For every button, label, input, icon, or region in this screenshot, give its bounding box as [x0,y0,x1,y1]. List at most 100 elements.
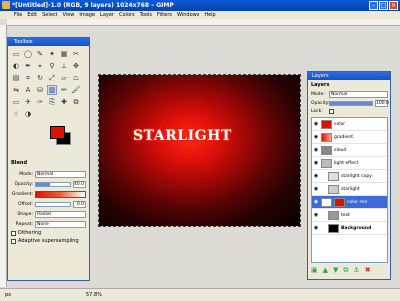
visibility-eye-icon[interactable]: ◉ [313,160,319,166]
layer-row-selected[interactable]: ◉ color red [312,196,387,209]
layer-name[interactable]: light effect [334,161,358,166]
adaptive-supersampling-checkbox[interactable] [11,238,16,244]
eraser-icon[interactable]: ▭ [11,97,21,107]
paintbrush-icon[interactable]: 🖌 [71,85,81,95]
repeat-dropdown[interactable]: None [35,220,86,228]
opacity-value[interactable]: 40.0 [73,180,86,188]
menu-layer[interactable]: Layer [100,12,114,18]
blend-tool-icon[interactable]: ▥ [47,85,57,95]
dodge-burn-icon[interactable]: ◑ [23,109,33,119]
menu-colors[interactable]: Colors [119,12,135,18]
shape-dropdown[interactable]: Radial [35,210,86,218]
foreground-color-swatch[interactable] [50,126,65,139]
layers-tab[interactable]: Layers [311,82,330,88]
opacity-slider[interactable] [35,181,71,187]
layer-row[interactable]: ◉ cloud [312,144,387,157]
gradient-swatch[interactable] [35,190,86,198]
layer-name[interactable]: color [334,122,345,127]
layer-name[interactable]: Background [341,226,371,231]
scale-icon[interactable]: ⤢ [47,73,57,83]
flip-icon[interactable]: ⇋ [11,85,21,95]
layer-name[interactable]: gradient [334,135,353,140]
menu-edit[interactable]: Edit [27,12,37,18]
free-select-icon[interactable]: ✎ [35,49,45,59]
perspective-icon[interactable]: ⏢ [71,73,81,83]
layer-mode-dropdown[interactable]: Normal [329,91,388,98]
menu-filters[interactable]: Filters [157,12,172,18]
menu-file[interactable]: File [14,12,22,18]
offset-slider[interactable] [35,201,71,207]
clone-icon[interactable]: ⎘ [47,97,57,107]
chain-icon[interactable] [321,211,326,220]
mode-dropdown[interactable]: Normal [35,170,86,178]
visibility-eye-icon[interactable]: ◉ [313,225,319,231]
lock-alpha-checkbox[interactable] [329,109,334,114]
chain-icon[interactable] [321,185,326,194]
layer-name[interactable]: starlight copy [341,174,372,179]
maximize-button[interactable]: □ [379,1,388,10]
smudge-icon[interactable]: ☝ [11,109,21,119]
visibility-eye-icon[interactable]: ◉ [313,212,319,218]
layer-name[interactable]: color red [347,200,367,205]
by-color-select-icon[interactable]: ▦ [59,49,69,59]
visibility-eye-icon[interactable]: ◉ [313,186,319,192]
visibility-eye-icon[interactable]: ◉ [313,121,319,127]
move-icon[interactable]: ✥ [71,61,81,71]
zoom-icon[interactable]: ⚲ [47,61,57,71]
menu-tools[interactable]: Tools [140,12,152,18]
layer-row[interactable]: ◉ text [312,209,387,222]
lower-layer-icon[interactable]: ▼ [333,266,338,275]
delete-layer-icon[interactable]: ✖ [365,266,371,275]
ellipse-select-icon[interactable]: ◯ [23,49,33,59]
menu-image[interactable]: Image [79,12,95,18]
text-tool-icon[interactable]: A [23,85,33,95]
align-icon[interactable]: ▤ [11,73,21,83]
layer-row[interactable]: ◉ starlight copy [312,170,387,183]
shear-icon[interactable]: ▱ [59,73,69,83]
rect-select-icon[interactable]: ▭ [11,49,21,59]
menu-select[interactable]: Select [42,12,57,18]
duplicate-layer-icon[interactable]: ⧉ [343,266,348,275]
measure-icon[interactable]: ⟂ [59,61,69,71]
layer-name[interactable]: cloud [334,148,346,153]
layer-row[interactable]: ◉ light effect [312,157,387,170]
visibility-eye-icon[interactable]: ◉ [313,199,319,205]
layer-row[interactable]: ◉ gradient [312,131,387,144]
dithering-checkbox[interactable] [11,230,16,236]
menu-view[interactable]: View [63,12,75,18]
layer-opacity-slider[interactable] [329,101,373,106]
layer-row[interactable]: ◉ Background [312,222,387,235]
rotate-icon[interactable]: ↻ [35,73,45,83]
bucket-fill-icon[interactable]: ⛁ [35,85,45,95]
scissors-icon[interactable]: ✂ [71,49,81,59]
paths-icon[interactable]: ✒ [23,61,33,71]
layer-row[interactable]: ◉ color [312,118,387,131]
foreground-select-icon[interactable]: ◐ [11,61,21,71]
close-button[interactable]: × [389,1,398,10]
airbrush-icon[interactable]: ✈ [23,97,33,107]
visibility-eye-icon[interactable]: ◉ [313,134,319,140]
heal-icon[interactable]: ✚ [59,97,69,107]
visibility-eye-icon[interactable]: ◉ [313,173,319,179]
layer-row[interactable]: ◉ starlight [312,183,387,196]
anchor-layer-icon[interactable]: ⚓ [353,266,359,275]
menu-help[interactable]: Help [204,12,215,18]
crop-icon[interactable]: ⌗ [23,73,33,83]
new-layer-icon[interactable]: ▣ [311,266,318,275]
offset-value[interactable]: 0.0 [73,200,86,208]
layer-name[interactable]: text [341,213,350,218]
zoom-level[interactable]: 57.8% [86,292,102,298]
chain-icon[interactable] [321,224,326,233]
raise-layer-icon[interactable]: ▲ [323,266,328,275]
layer-name[interactable]: starlight [341,187,360,192]
ink-icon[interactable]: ✑ [35,97,45,107]
visibility-eye-icon[interactable]: ◉ [313,147,319,153]
perspective-clone-icon[interactable]: ⧉ [71,97,81,107]
unit-selector[interactable]: px [5,292,11,298]
color-picker-icon[interactable]: ⌖ [35,61,45,71]
chain-icon[interactable] [321,172,326,181]
image-canvas[interactable] [98,74,301,227]
minimize-button[interactable]: – [369,1,378,10]
layer-opacity-value[interactable]: 100.0 [375,100,389,107]
fuzzy-select-icon[interactable]: ✦ [47,49,57,59]
